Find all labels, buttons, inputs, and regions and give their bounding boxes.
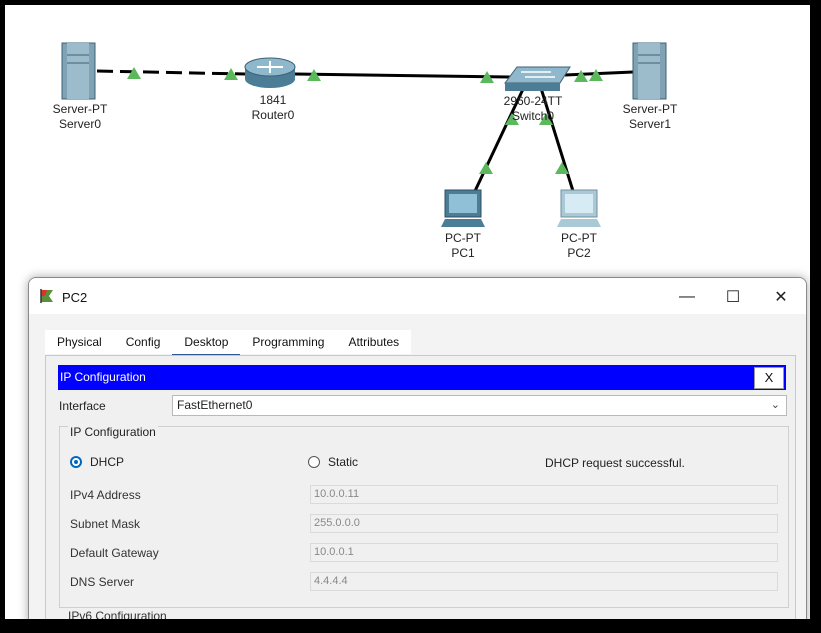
tab-desktop[interactable]: Desktop	[172, 330, 241, 356]
server0-icon	[61, 42, 96, 100]
ip-config-header: IP Configuration X	[58, 365, 786, 390]
link-up-triangle	[479, 162, 493, 174]
dns-server-label: DNS Server	[70, 575, 135, 589]
device-label-pc2: PC-PT PC2	[539, 231, 619, 261]
tab-programming[interactable]: Programming	[240, 330, 337, 354]
ipv6-group-title: IPv6 Configuration	[68, 609, 167, 619]
packet-tracer-app-icon	[40, 289, 53, 303]
device-name: PC2	[567, 246, 591, 260]
static-radio-label: Static	[328, 455, 359, 469]
ipv4-address-field[interactable]: 10.0.0.11	[310, 485, 778, 504]
device-model: PC-PT	[561, 231, 597, 245]
link-router0-switch0	[294, 72, 511, 79]
link-server0-router0	[96, 69, 246, 76]
dhcp-status-text: DHCP request successful.	[545, 456, 685, 470]
chevron-down-icon: ⌄	[770, 399, 780, 411]
maximize-icon: ☐	[725, 289, 741, 306]
static-radio[interactable]: Static	[308, 455, 358, 469]
close-button[interactable]: ✕	[766, 284, 796, 310]
default-gateway-field[interactable]: 10.0.0.1	[310, 543, 778, 562]
subnet-mask-field[interactable]: 255.0.0.0	[310, 514, 778, 533]
ipv4-config-group: IP Configuration DHCP Static DHCP reques…	[59, 425, 789, 608]
device-name: Server1	[628, 117, 672, 131]
interface-select[interactable]: FastEthernet0 ⌄	[172, 395, 787, 416]
ipv4-address-label: IPv4 Address	[70, 488, 141, 502]
device-label-pc1: PC-PT PC1	[423, 231, 503, 261]
topology-links	[61, 42, 667, 227]
minimize-button[interactable]: —	[672, 284, 702, 310]
maximize-button[interactable]: ☐	[718, 284, 748, 310]
default-gateway-label: Default Gateway	[70, 546, 159, 560]
tab-bar: Physical Config Desktop Programming Attr…	[45, 330, 412, 356]
device-name: PC1	[451, 246, 475, 260]
pc2-window: PC2 — ☐ ✕ Physical Config Desktop Progra…	[28, 277, 807, 619]
close-icon: ✕	[774, 289, 788, 306]
interface-label: Interface	[59, 399, 106, 413]
device-label-server1: Server-PT Server1	[610, 102, 690, 132]
device-name: Switch0	[511, 109, 555, 123]
ip-config-header-title: IP Configuration	[60, 370, 146, 384]
device-model: 2960-24TT	[503, 94, 563, 108]
device-label-server0: Server-PT Server0	[40, 102, 120, 132]
tab-attributes[interactable]: Attributes	[336, 330, 412, 354]
window-titlebar[interactable]: PC2 — ☐ ✕	[29, 278, 806, 314]
dhcp-radio[interactable]: DHCP	[70, 455, 124, 469]
device-label-switch0: 2960-24TT Switch0	[493, 94, 573, 124]
subnet-mask-label: Subnet Mask	[70, 517, 141, 531]
device-model: PC-PT	[445, 231, 481, 245]
switch0-icon	[504, 66, 571, 91]
dhcp-radio-label: DHCP	[90, 455, 125, 469]
window-title: PC2	[62, 290, 88, 305]
dns-server-field[interactable]: 4.4.4.4	[310, 572, 778, 591]
device-label-router0: 1841 Router0	[233, 93, 313, 123]
device-model: Server-PT	[622, 102, 678, 116]
minimize-icon: —	[679, 288, 695, 305]
radio-selected-icon	[70, 456, 82, 468]
interface-select-value: FastEthernet0	[177, 398, 253, 412]
device-name: Router0	[251, 108, 295, 122]
device-model: 1841	[259, 93, 287, 107]
screenshot-frame: Server-PT Server0 1841 Router0 2960-24TT…	[5, 5, 810, 619]
ip-config-close-button[interactable]: X	[754, 367, 784, 389]
tab-config[interactable]: Config	[113, 330, 173, 354]
server1-icon	[632, 42, 667, 100]
device-name: Server0	[58, 117, 102, 131]
radio-unselected-icon	[308, 456, 320, 468]
pc2-icon	[557, 189, 601, 227]
topology-canvas[interactable]: Server-PT Server0 1841 Router0 2960-24TT…	[5, 5, 810, 285]
router0-icon	[244, 57, 296, 88]
pc1-icon	[441, 189, 485, 227]
desktop-panel: IP Configuration X Interface FastEtherne…	[45, 355, 796, 619]
device-model: Server-PT	[52, 102, 108, 116]
ipv4-group-title: IP Configuration	[68, 425, 158, 439]
tab-physical[interactable]: Physical	[45, 330, 114, 354]
